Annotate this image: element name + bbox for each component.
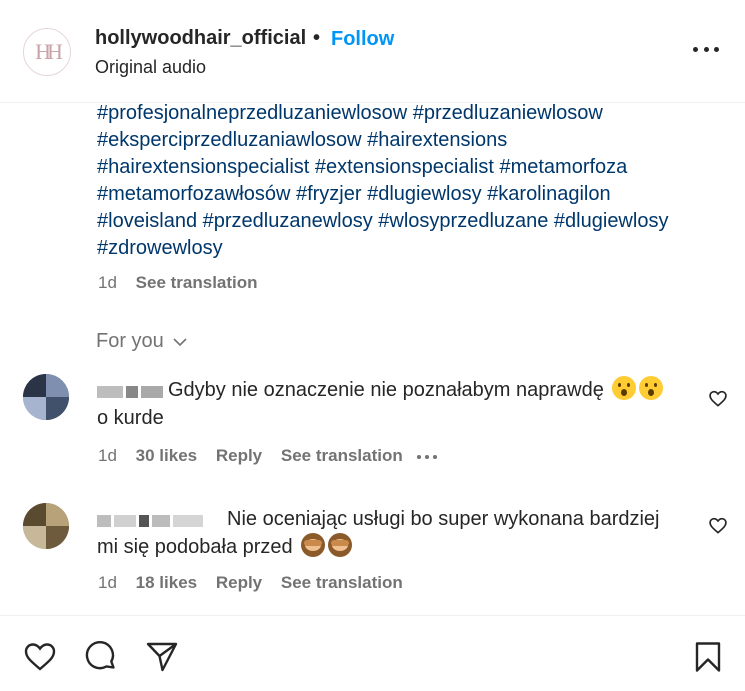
see-translation-button[interactable]: See translation [281, 573, 403, 592]
username-link[interactable]: hollywoodhair_official [95, 27, 306, 50]
see-no-evil-monkey-emoji [301, 533, 326, 557]
reply-button[interactable]: Reply [216, 446, 262, 465]
comment-text: mi się podobała przed [97, 533, 353, 561]
caption-line[interactable]: #hairextensionspecialist #extensionspeci… [97, 154, 717, 181]
caption-line[interactable]: #zdrowewlosy [97, 235, 717, 262]
logo-text: HH [35, 39, 63, 64]
bookmark-icon[interactable] [691, 640, 725, 674]
see-translation-button[interactable]: See translation [281, 446, 403, 465]
reply-button[interactable]: Reply [216, 573, 262, 592]
see-no-evil-monkey-emoji [328, 533, 353, 557]
post-header: HH hollywoodhair_official • Follow Origi… [0, 0, 745, 103]
follow-button[interactable]: Follow [331, 28, 394, 51]
likes-count-button[interactable]: 18 likes [136, 573, 197, 592]
comment-avatar[interactable] [23, 374, 69, 420]
comment-text-line: o kurde [97, 407, 164, 429]
hushed-face-emoji [612, 376, 637, 400]
like-heart-icon[interactable] [708, 516, 728, 536]
comment-time: 1d [98, 446, 117, 465]
blurred-username[interactable] [97, 383, 166, 398]
blurred-username[interactable] [97, 512, 206, 527]
hushed-face-emoji [639, 376, 664, 400]
like-heart-icon[interactable] [23, 640, 57, 674]
caption-see-translation-button[interactable]: See translation [136, 273, 258, 292]
comment-time: 1d [98, 573, 117, 592]
profile-avatar[interactable]: HH [23, 28, 71, 76]
comment-meta: 1d 30 likes Reply See translation [98, 446, 441, 466]
caption-line[interactable]: #metamorfozawłosów #fryzjer #dlugiewlosy… [97, 181, 717, 208]
more-options-icon[interactable] [693, 38, 719, 60]
separator-dot: • [313, 27, 321, 49]
likes-count-button[interactable]: 30 likes [136, 446, 197, 465]
caption-meta: 1d See translation [98, 273, 258, 293]
caption-line[interactable]: #loveisland #przedluzanewlosy #wlosyprze… [97, 208, 717, 235]
comment-text: Nie oceniając usługi bo super wykonana b… [227, 505, 659, 533]
chevron-down-icon [173, 337, 187, 346]
like-heart-icon[interactable] [708, 389, 728, 409]
post-caption: #profesjonalneprzedluzaniewlosow #przedl… [97, 100, 717, 262]
caption-line[interactable]: #eksperciprzedluzaniawlosow #hairextensi… [97, 127, 717, 154]
share-paper-plane-icon[interactable] [145, 640, 179, 674]
audio-link[interactable]: Original audio [95, 57, 206, 78]
comment-text: Gdyby nie oznaczenie nie poznałabym napr… [168, 376, 664, 404]
comment-meta: 1d 18 likes Reply See translation [98, 573, 403, 593]
caption-line[interactable]: #profesjonalneprzedluzaniewlosow #przedl… [97, 100, 717, 127]
comment-text-line: Gdyby nie oznaczenie nie poznałabym napr… [168, 379, 604, 401]
for-you-dropdown[interactable]: For you [96, 330, 188, 353]
for-you-label: For you [96, 330, 164, 352]
comment-text-line: Nie oceniając usługi bo super wykonana b… [227, 508, 660, 530]
caption-time: 1d [98, 273, 117, 292]
comment-bubble-icon[interactable] [84, 640, 118, 674]
comment-text-line: mi się podobała przed [97, 536, 293, 558]
comment-avatar[interactable] [23, 503, 69, 549]
post-actions-bar [0, 615, 745, 691]
comment-options-icon[interactable] [415, 454, 441, 460]
